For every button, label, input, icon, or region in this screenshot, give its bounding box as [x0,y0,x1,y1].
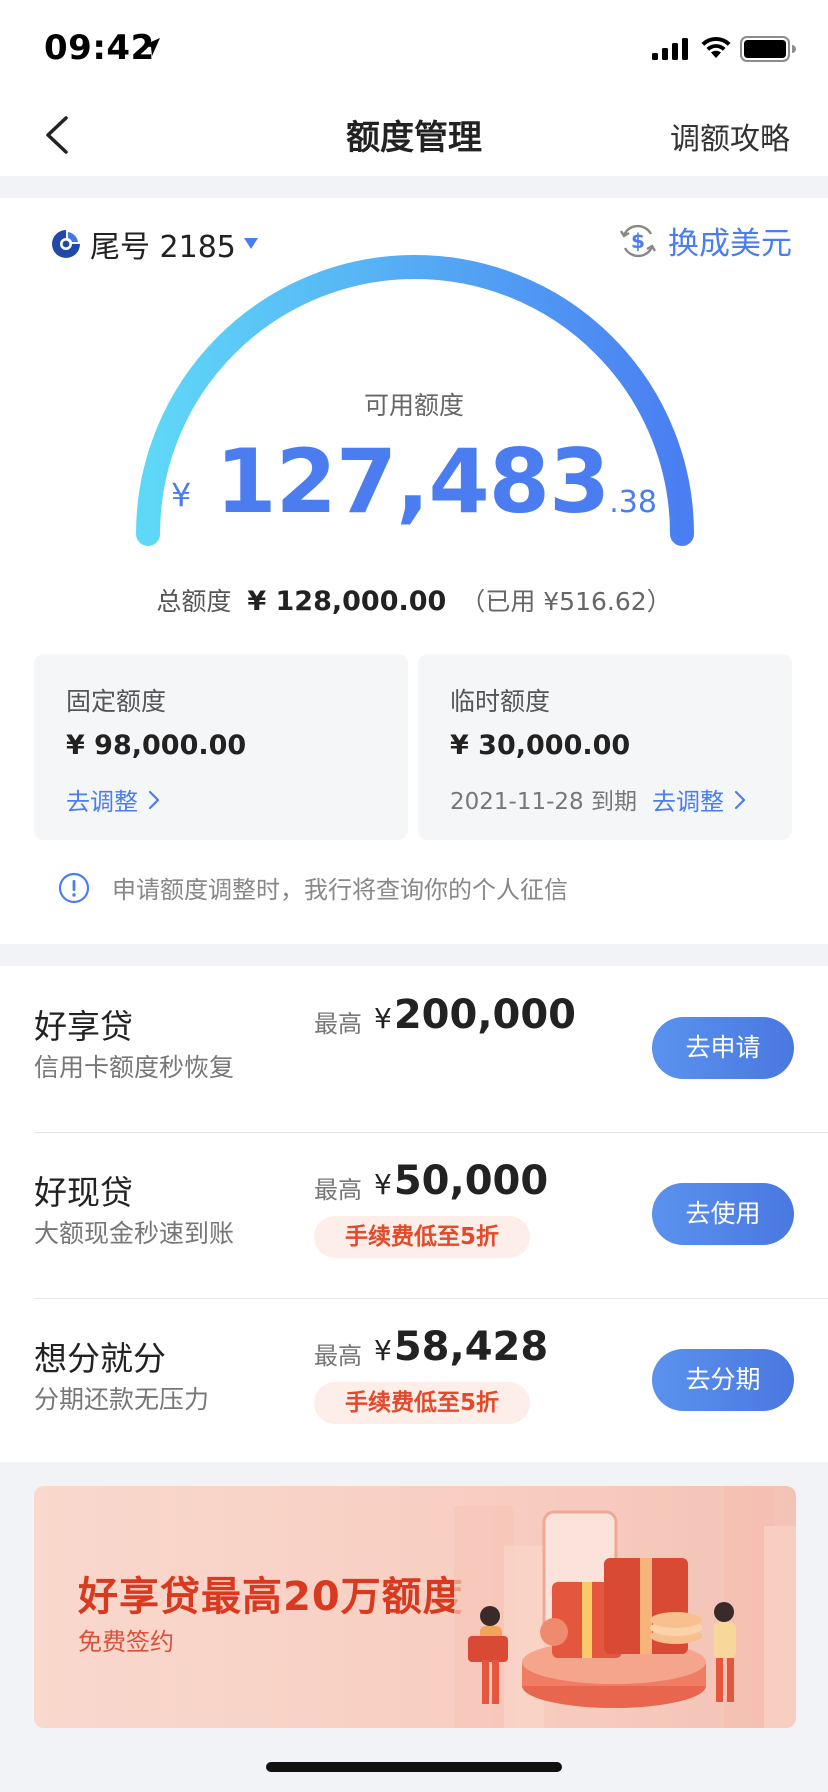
currency-symbol: ¥ [374,1168,392,1201]
use-button[interactable]: 去使用 [652,1183,794,1245]
used-amount: （已用 ¥516.62） [460,587,672,616]
amount-value: 200,000 [393,992,577,1038]
product-max-amount: ¥200,000 [374,992,576,1038]
available-quota-label: 可用额度 [363,391,464,420]
status-bar: 09:42 [0,0,828,96]
temp-quota-expiry: 2021-11-28 到期 [450,789,637,815]
temp-quota-value: ¥ 30,000.00 [450,730,631,761]
product-name: 好享贷 [34,1007,133,1046]
chevron-right-icon [734,790,746,809]
fixed-quota-label: 固定额度 [66,687,167,716]
fixed-quota-value: ¥ 98,000.00 [66,730,247,761]
product-desc: 信用卡额度秒恢复 [34,1053,235,1082]
quota-guide-link[interactable]: 调额攻略 [670,114,790,158]
product-row-haoxiangdai: 好享贷 信用卡额度秒恢复 最高 ¥200,000 去申请 [0,966,828,1132]
fee-discount-badge: 手续费低至5折 [314,1382,530,1424]
chevron-right-icon [148,790,160,809]
fixed-quota-box: 固定额度 ¥ 98,000.00 去调整 [34,654,408,840]
home-indicator [266,1762,562,1772]
amount-value: 58,428 [393,1324,549,1370]
total-quota-line: 总额度 ¥ 128,000.00 （已用 ¥516.62） [0,582,828,618]
installment-button[interactable]: 去分期 [652,1349,794,1411]
product-desc: 分期还款无压力 [34,1385,210,1414]
product-row-haoxiandai: 好现贷 大额现金秒速到账 最高 ¥50,000 手续费低至5折 去使用 [0,1132,828,1298]
banner-subtitle: 免费签约 [78,1628,174,1656]
info-icon [58,872,90,903]
product-row-xiangfenjiufen: 想分就分 分期还款无压力 最高 ¥58,428 手续费低至5折 去分期 [0,1298,828,1464]
total-quota-label: 总额度 [156,587,232,616]
available-quota-amount: ¥127,483.38 [0,430,828,533]
status-time: 09:42 [44,28,155,68]
svg-text:$: $ [631,229,645,253]
product-max-label: 最高 [314,1342,362,1370]
bank-logo-icon [52,230,80,258]
loan-products-list: 好享贷 信用卡额度秒恢复 最高 ¥200,000 去申请 好现贷 大额现金秒速到… [0,966,828,1462]
temp-quota-adjust-link[interactable]: 去调整 [652,782,746,817]
fee-discount-badge: 手续费低至5折 [314,1216,530,1258]
amount-value: 50,000 [393,1158,549,1204]
available-decimal: .38 [609,485,657,520]
notice-text: 申请额度调整时，我行将查询你的个人征信 [112,876,568,904]
product-max-label: 最高 [314,1010,362,1038]
currency-symbol: ¥ [374,1334,392,1367]
wifi-icon [701,36,731,58]
banner-title: 好享贷最高20万额度 [78,1574,464,1620]
temp-quota-box: 临时额度 ¥ 30,000.00 2021-11-28 到期 去调整 [418,654,792,840]
fixed-quota-adjust-link[interactable]: 去调整 [66,782,160,817]
total-quota-value: ¥ 128,000.00 [247,586,447,617]
gift-illustration-icon [454,1486,796,1728]
dropdown-triangle-icon [243,238,258,249]
adjust-label: 去调整 [652,788,724,816]
battery-icon [740,36,796,62]
product-desc: 大额现金秒速到账 [34,1219,235,1248]
available-integer: 127,483 [215,430,610,533]
product-max-label: 最高 [314,1176,362,1204]
apply-button[interactable]: 去申请 [652,1017,794,1079]
location-arrow-icon [142,38,160,56]
promo-banner[interactable]: 好享贷最高20万额度 免费签约 [34,1486,796,1728]
nav-bar: 额度管理 调额攻略 [0,96,828,176]
quota-card: 尾号 2185 $ 换成美元 可用额度 ¥127,483.38 总额度 ¥ 128… [0,198,828,944]
adjust-label: 去调整 [66,788,138,816]
product-max-amount: ¥50,000 [374,1158,548,1204]
available-currency-symbol: ¥ [171,476,192,514]
currency-symbol: ¥ [374,1002,392,1035]
product-name: 想分就分 [34,1339,166,1378]
credit-check-notice: 申请额度调整时，我行将查询你的个人征信 [58,870,568,905]
cellular-signal-icon [652,38,688,60]
product-name: 好现贷 [34,1173,133,1212]
temp-quota-label: 临时额度 [450,687,551,716]
product-max-amount: ¥58,428 [374,1324,548,1370]
